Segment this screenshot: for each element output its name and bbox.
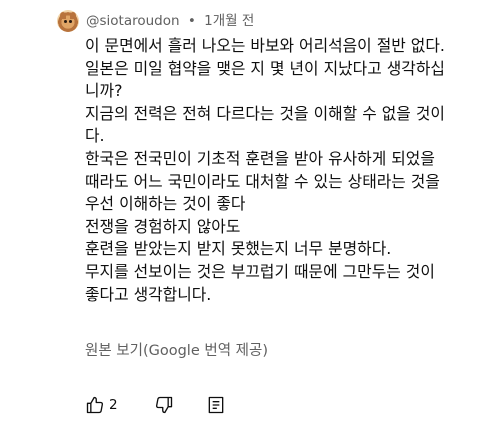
comment-line: 때라도 어느 국민이라도 대처할 수 있는 상태라는 것을: [85, 171, 440, 191]
avatar-ear: [70, 12, 76, 19]
comment-line: 좋다고 생각합니다.: [85, 284, 212, 304]
comment-line: 다.: [85, 126, 105, 146]
comment-line: 전쟁을 경험하지 않아도: [85, 216, 241, 236]
avatar-eye: [69, 20, 72, 23]
thumbs-down-icon: [154, 395, 174, 415]
comment-reply-icon: [206, 395, 226, 415]
comment-line: 일본은 미일 협약을 맺은 지 몇 년이 지났다고 생각하십: [85, 58, 445, 78]
comment-line: 우선 이해하는 것이 좋다: [85, 194, 246, 214]
dislike-button[interactable]: [154, 395, 174, 415]
header-separator: •: [187, 13, 196, 29]
comment-actions: 2: [85, 393, 226, 417]
comment-header: @siotaroudon • 1개월 전: [86, 9, 254, 29]
avatar[interactable]: [57, 10, 79, 32]
author-name[interactable]: @siotaroudon: [86, 13, 180, 29]
comment-body: 이 문면에서 흘러 나오는 바보와 어리석음이 절반 없다. 일본은 미일 협약…: [85, 35, 475, 306]
comment-line: 니까?: [85, 81, 123, 101]
comment-line: 훈련을 받았는지 받지 못했는지 너무 분명하다.: [85, 239, 392, 259]
reply-button[interactable]: [206, 395, 226, 415]
see-original-link[interactable]: 원본 보기(Google 번역 제공): [85, 339, 268, 360]
like-count: 2: [109, 397, 118, 413]
comment-line: 무지를 선보이는 것은 부끄럽기 때문에 그만두는 것이: [85, 261, 435, 281]
comment-time[interactable]: 1개월 전: [204, 13, 254, 29]
like-button[interactable]: 2: [85, 395, 118, 415]
avatar-eye: [64, 20, 67, 23]
comment-line: 지금의 전력은 전혀 다르다는 것을 이해할 수 없을 것이: [85, 103, 445, 123]
comment-line: 이 문면에서 흘러 나오는 바보와 어리석음이 절반 없다.: [85, 36, 445, 55]
comment-line: 한국은 전국민이 기초적 훈련을 받아 유사하게 되었을: [85, 148, 435, 168]
thumbs-up-icon: [85, 395, 105, 415]
avatar-ear: [60, 12, 66, 19]
